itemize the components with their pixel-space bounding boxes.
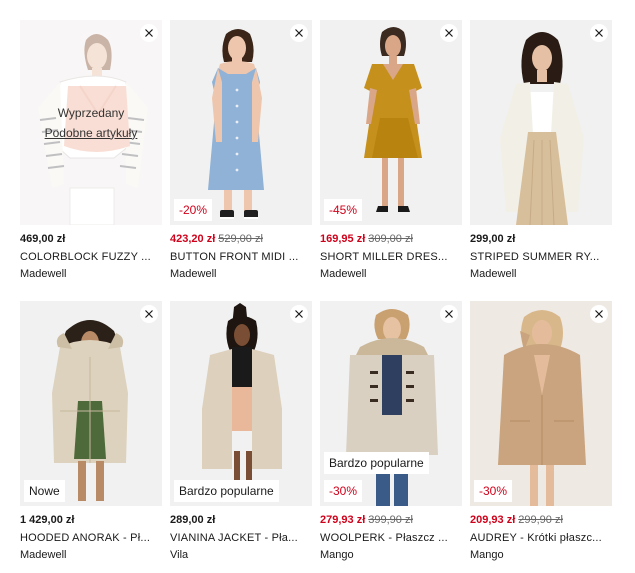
product-photo — [170, 20, 312, 225]
original-price: 399,90 zł — [368, 514, 413, 526]
close-icon[interactable] — [590, 305, 608, 323]
product-title[interactable]: AUDREY - Krótki płaszc... — [470, 531, 612, 545]
product-price: 469,00 zł — [20, 233, 162, 246]
popular-badge: Bardzo popularne — [324, 452, 429, 474]
close-icon[interactable] — [140, 24, 158, 42]
close-icon[interactable] — [140, 305, 158, 323]
product-brand: Madewell — [170, 268, 217, 280]
product-title[interactable]: SHORT MILLER DRES... — [320, 250, 462, 264]
product-brand: Mango — [320, 549, 354, 561]
product-brand: Vila — [170, 549, 189, 561]
product-photo — [470, 301, 612, 506]
product-title[interactable]: WOOLPERK - Płaszcz ... — [320, 531, 462, 545]
close-icon[interactable] — [440, 305, 458, 323]
sold-out-overlay: Wyprzedany Podobne artykuły — [20, 20, 162, 225]
product-price: 289,00 zł — [170, 514, 312, 527]
product-brand: Mango — [470, 549, 504, 561]
product-brand: Madewell — [320, 268, 367, 280]
product-card[interactable]: -20% 423,20 zł 529,00 zł BUTTON FRONT MID… — [170, 20, 312, 280]
close-icon[interactable] — [290, 24, 308, 42]
discount-badge: -20% — [174, 199, 213, 221]
product-title[interactable]: VIANINA JACKET - Pła... — [170, 531, 312, 545]
product-card[interactable]: Wyprzedany Podobne artykuły 469,00 zł CO… — [20, 20, 162, 280]
product-title[interactable]: STRIPED SUMMER RY... — [470, 250, 612, 264]
product-image[interactable]: Wyprzedany Podobne artykuły — [20, 20, 162, 225]
current-price: 469,00 zł — [20, 233, 66, 245]
current-price: 299,00 zł — [470, 233, 516, 245]
product-card[interactable]: -30% 209,93 zł 299,90 zł AUDREY - Krótki … — [470, 301, 612, 561]
product-brand: Madewell — [20, 549, 67, 561]
similar-items-link[interactable]: Podobne artykuły — [45, 126, 138, 140]
original-price: 309,00 zł — [368, 233, 413, 245]
new-badge: Nowe — [24, 480, 65, 502]
product-price: 169,95 zł 309,00 zł — [320, 233, 462, 246]
product-price: 1 429,00 zł — [20, 514, 162, 527]
product-brand: Madewell — [20, 268, 67, 280]
product-grid: Wyprzedany Podobne artykuły 469,00 zł CO… — [20, 20, 612, 561]
product-photo — [320, 20, 462, 225]
discount-badge: -45% — [324, 199, 363, 221]
current-price: 1 429,00 zł — [20, 514, 75, 526]
product-brand: Madewell — [470, 268, 517, 280]
close-icon[interactable] — [290, 305, 308, 323]
original-price: 299,90 zł — [518, 514, 563, 526]
close-icon[interactable] — [590, 24, 608, 42]
product-photo — [20, 301, 162, 506]
product-price: 279,93 zł 399,90 zł — [320, 514, 462, 527]
discount-badge: -30% — [474, 480, 513, 502]
product-image[interactable]: -45% — [320, 20, 462, 225]
current-price: 289,00 zł — [170, 514, 216, 526]
product-photo — [320, 301, 462, 506]
product-image[interactable]: Bardzo popularne — [170, 301, 312, 506]
product-title[interactable]: BUTTON FRONT MIDI ... — [170, 250, 312, 264]
product-image[interactable] — [470, 20, 612, 225]
product-card[interactable]: 299,00 zł STRIPED SUMMER RY... Madewell — [470, 20, 612, 280]
product-image[interactable]: -20% — [170, 20, 312, 225]
popular-badge: Bardzo popularne — [174, 480, 279, 502]
product-price: 299,00 zł — [470, 233, 612, 246]
product-title[interactable]: COLORBLOCK FUZZY ... — [20, 250, 162, 264]
product-card[interactable]: Bardzo popularne -30% 279,93 zł 399,90 zł… — [320, 301, 462, 561]
product-image[interactable]: Nowe — [20, 301, 162, 506]
product-image[interactable]: Bardzo popularne -30% — [320, 301, 462, 506]
product-card[interactable]: -45% 169,95 zł 309,00 zł SHORT MILLER DRE… — [320, 20, 462, 280]
sale-price: 279,93 zł — [320, 514, 366, 526]
close-icon[interactable] — [440, 24, 458, 42]
product-photo — [470, 20, 612, 225]
product-card[interactable]: Nowe 1 429,00 zł HOODED ANORAK - Pł... M… — [20, 301, 162, 561]
sale-price: 209,93 zł — [470, 514, 516, 526]
sold-out-label: Wyprzedany — [57, 105, 125, 120]
original-price: 529,00 zł — [218, 233, 263, 245]
product-title[interactable]: HOODED ANORAK - Pł... — [20, 531, 162, 545]
product-price: 209,93 zł 299,90 zł — [470, 514, 612, 527]
product-card[interactable]: Bardzo popularne 289,00 zł VIANINA JACKE… — [170, 301, 312, 561]
sale-price: 423,20 zł — [170, 233, 216, 245]
discount-badge: -30% — [324, 480, 363, 502]
product-price: 423,20 zł 529,00 zł — [170, 233, 312, 246]
product-image[interactable]: -30% — [470, 301, 612, 506]
product-photo — [170, 301, 312, 506]
sale-price: 169,95 zł — [320, 233, 366, 245]
